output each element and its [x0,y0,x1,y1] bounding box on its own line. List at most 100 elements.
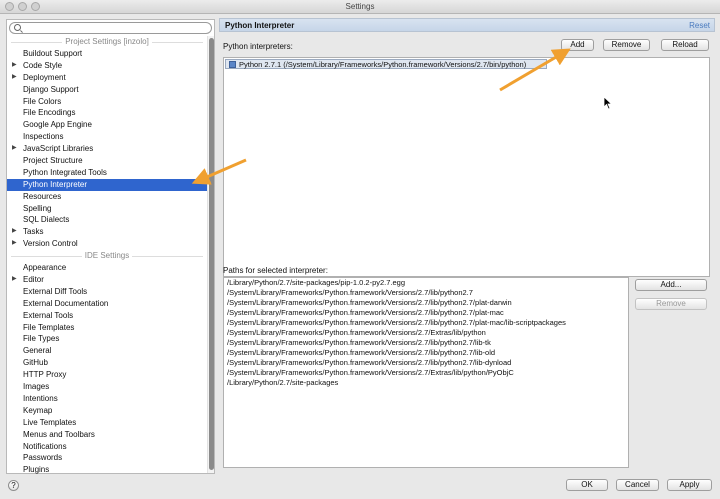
sidebar-item[interactable]: Django Support [7,84,207,96]
path-row[interactable]: /System/Library/Frameworks/Python.framew… [224,328,628,338]
path-row[interactable]: /System/Library/Frameworks/Python.framew… [224,308,628,318]
sidebar-item[interactable]: File Colors [7,96,207,108]
sidebar-item[interactable]: File Templates [7,322,207,334]
path-row[interactable]: /Library/Python/2.7/site-packages [224,378,628,388]
ok-button[interactable]: OK [566,479,608,491]
sidebar-item-label: File Encodings [23,108,76,118]
sidebar-item[interactable]: External Diff Tools [7,286,207,298]
sidebar-item-label: JavaScript Libraries [23,144,94,154]
path-row[interactable]: /System/Library/Frameworks/Python.framew… [224,358,628,368]
window-title: Settings [345,2,375,11]
sidebar-item[interactable]: Keymap [7,405,207,417]
expand-arrow-icon[interactable]: ▶ [12,72,17,84]
expand-arrow-icon[interactable]: ▶ [12,60,17,72]
sidebar-item-label: File Types [23,334,60,344]
sidebar-item-label: Editor [23,275,44,285]
sidebar-item[interactable]: ▶ Deployment [7,72,207,84]
add-interpreter-button[interactable]: Add [561,39,594,51]
sidebar-item-label: Keymap [23,405,53,415]
sidebar-item-label: Plugins [23,465,50,475]
sidebar-item[interactable]: Notifications [7,441,207,453]
sidebar-item-label: Buildout Support [23,49,83,58]
sidebar-item[interactable]: Passwords [7,452,207,464]
sidebar-item-label: SQL Dialects [23,215,70,225]
sidebar-item[interactable]: Intentions [7,393,207,405]
help-button[interactable]: ? [8,480,19,491]
sidebar-item[interactable]: ▶ Editor [7,274,207,286]
sidebar-item[interactable]: Plugins [7,464,207,476]
sidebar-item[interactable]: Images [7,381,207,393]
sidebar-item[interactable]: External Documentation [7,298,207,310]
sidebar-item-label: Menus and Toolbars [23,429,95,439]
remove-interpreter-button[interactable]: Remove [603,39,650,51]
path-row[interactable]: /System/Library/Frameworks/Python.framew… [224,318,628,328]
sidebar-item[interactable]: ▶ JavaScript Libraries [7,143,207,155]
sidebar-item[interactable]: Inspections [7,131,207,143]
paths-list[interactable]: /Library/Python/2.7/site-packages/pip-1.… [223,277,629,468]
path-row[interactable]: /System/Library/Frameworks/Python.framew… [224,298,628,308]
sidebar-item-label: Images [23,382,50,392]
sidebar-item-label: Google App Engine [23,120,92,130]
sidebar-item[interactable]: File Types [7,333,207,345]
sidebar-item[interactable]: Appearance [7,262,207,274]
sidebar-item[interactable]: General [7,345,207,357]
settings-sidebar: Project Settings [inzolo] Buildout Suppo… [6,19,215,474]
interpreters-list[interactable]: Python 2.7.1 (/System/Library/Frameworks… [223,57,710,277]
reload-interpreter-button[interactable]: Reload [661,39,709,51]
search-input[interactable] [24,23,209,33]
sidebar-item[interactable]: Resources [7,191,207,203]
sidebar-item-label: Resources [23,191,62,201]
sidebar-item-label: File Templates [23,322,75,332]
sidebar-scroll-thumb[interactable] [209,38,214,470]
add-path-button[interactable]: Add... [635,279,707,291]
remove-path-button[interactable]: Remove [635,298,707,310]
sidebar-item[interactable]: External Tools [7,310,207,322]
search-icon [14,24,21,31]
sidebar-item[interactable]: Live Templates [7,417,207,429]
path-row[interactable]: /Library/Python/2.7/site-packages/pip-1.… [224,278,628,288]
sidebar-item-label: Tasks [23,227,44,237]
sidebar-item[interactable]: ▶ Version Control [7,238,207,250]
sidebar-item[interactable]: ▶ Code Style [7,60,207,72]
expand-arrow-icon[interactable]: ▶ [12,226,17,238]
sidebar-item-label: File Colors [23,96,62,106]
sidebar-item[interactable]: Spelling [7,203,207,215]
settings-tree: Project Settings [inzolo] Buildout Suppo… [7,36,207,476]
sidebar-item-label: Appearance [23,263,67,273]
sidebar-scrollbar[interactable] [207,36,214,473]
sidebar-item-label: General [23,346,52,356]
ide-settings-header: IDE Settings [7,250,207,262]
sidebar-item[interactable]: Google App Engine [7,119,207,131]
expand-arrow-icon[interactable]: ▶ [12,238,17,250]
path-row[interactable]: /System/Library/Frameworks/Python.framew… [224,288,628,298]
sidebar-item[interactable]: File Encodings [7,107,207,119]
sidebar-item[interactable]: GitHub [7,357,207,369]
sidebar-item[interactable]: ▶ Tasks [7,226,207,238]
sidebar-item-label: Live Templates [23,417,77,427]
sidebar-item-label: Python Interpreter [23,179,88,189]
sidebar-item-label: Code Style [23,60,63,70]
sidebar-item-label: GitHub [23,358,48,368]
expand-arrow-icon[interactable]: ▶ [12,274,17,286]
panel-header: Python Interpreter Reset [219,18,715,32]
sidebar-item[interactable]: Python Interpreter [7,178,207,191]
path-row[interactable]: /System/Library/Frameworks/Python.framew… [224,368,628,378]
cancel-button[interactable]: Cancel [616,479,659,491]
apply-button[interactable]: Apply [667,479,712,491]
sidebar-item-label: External Diff Tools [23,286,88,296]
path-row[interactable]: /System/Library/Frameworks/Python.framew… [224,338,628,348]
interpreter-row[interactable]: Python 2.7.1 (/System/Library/Frameworks… [225,59,547,69]
settings-panel: Python Interpreter Reset Python interpre… [219,18,715,474]
reset-link[interactable]: Reset [689,21,710,30]
sidebar-item[interactable]: HTTP Proxy [7,369,207,381]
expand-arrow-icon[interactable]: ▶ [12,143,17,155]
sidebar-item[interactable]: Project Structure [7,155,207,167]
search-box[interactable] [9,22,212,34]
sidebar-item[interactable]: Python Integrated Tools [7,167,207,179]
sidebar-item[interactable]: Menus and Toolbars [7,429,207,441]
sidebar-item[interactable]: Buildout Support [7,48,207,60]
path-row[interactable]: /System/Library/Frameworks/Python.framew… [224,348,628,358]
sidebar-item-label: Notifications [23,441,67,451]
sidebar-item[interactable]: SQL Dialects [7,214,207,226]
sidebar-item-label: External Tools [23,310,74,320]
